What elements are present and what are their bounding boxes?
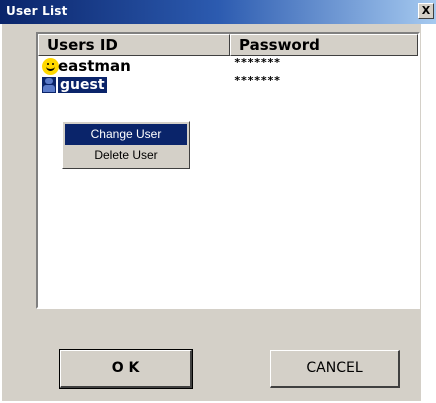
user-icon	[42, 77, 56, 93]
ok-button[interactable]: O K	[59, 349, 193, 389]
cancel-button[interactable]: CANCEL	[270, 350, 400, 388]
title-bar[interactable]: User List	[0, 0, 436, 24]
window-edge	[421, 24, 436, 403]
user-list-view[interactable]: Users ID Password eastman ******* guest …	[36, 32, 420, 309]
user-list-dialog: User List X Users ID Password eastman **…	[0, 0, 436, 403]
context-menu: Change User Delete User	[62, 121, 190, 169]
user-id-cell: eastman	[58, 57, 131, 75]
close-button[interactable]: X	[418, 3, 434, 19]
table-row-selected[interactable]: guest *******	[38, 74, 418, 94]
password-cell: *******	[234, 74, 281, 87]
column-header-users-id[interactable]: Users ID	[38, 34, 230, 56]
table-row[interactable]: eastman *******	[38, 56, 418, 76]
window-title: User List	[6, 4, 68, 18]
smiley-icon	[42, 58, 59, 75]
user-id-cell: guest	[58, 77, 107, 93]
password-cell: *******	[234, 56, 281, 69]
menu-item-delete-user[interactable]: Delete User	[65, 145, 187, 166]
menu-item-change-user[interactable]: Change User	[65, 124, 187, 145]
column-header-password[interactable]: Password	[230, 34, 418, 56]
